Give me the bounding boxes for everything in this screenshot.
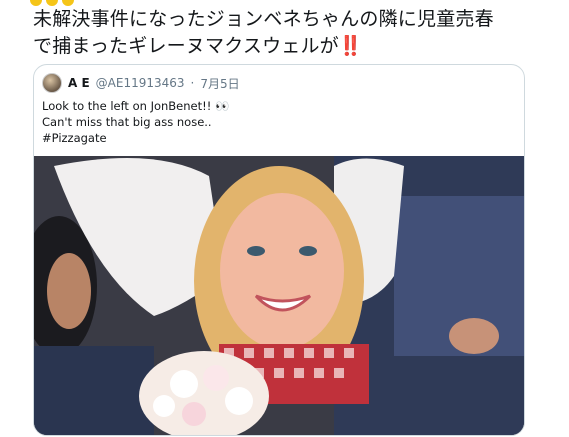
quoted-user-handle[interactable]: @AE11913463	[96, 76, 185, 90]
quoted-text-line-2: Can't miss that big ass nose..	[42, 115, 212, 129]
header-separator: ·	[190, 76, 195, 90]
quoted-tweet-card[interactable]: A E @AE11913463 · 7月5日 Look to the left …	[33, 64, 525, 436]
tweet-text-line-1: 未解決事件になったジョンベネちゃんの隣に児童売春	[33, 8, 494, 30]
avatar[interactable]	[42, 73, 62, 93]
quoted-text-line-1: Look to the left on JonBenet!! 👀	[42, 99, 230, 113]
hashtag-link[interactable]: #Pizzagate	[42, 130, 512, 146]
photo-illustration	[34, 156, 524, 435]
quoted-tweet-date[interactable]: 7月5日	[200, 75, 239, 92]
quoted-user-name[interactable]: A E	[68, 76, 90, 90]
quoted-tweet-photo[interactable]	[34, 156, 524, 435]
quoted-tweet-header: A E @AE11913463 · 7月5日	[42, 73, 240, 93]
quoted-tweet-text: Look to the left on JonBenet!! 👀 Can't m…	[42, 98, 512, 146]
tweet-text-line-2: で捕まったギレーヌマクスウェルが	[33, 35, 339, 57]
tweet-text: 未解決事件になったジョンベネちゃんの隣に児童売春 で捕まったギレーヌマクスウェル…	[33, 6, 553, 60]
double-exclamation-icon: ‼️	[338, 35, 363, 57]
